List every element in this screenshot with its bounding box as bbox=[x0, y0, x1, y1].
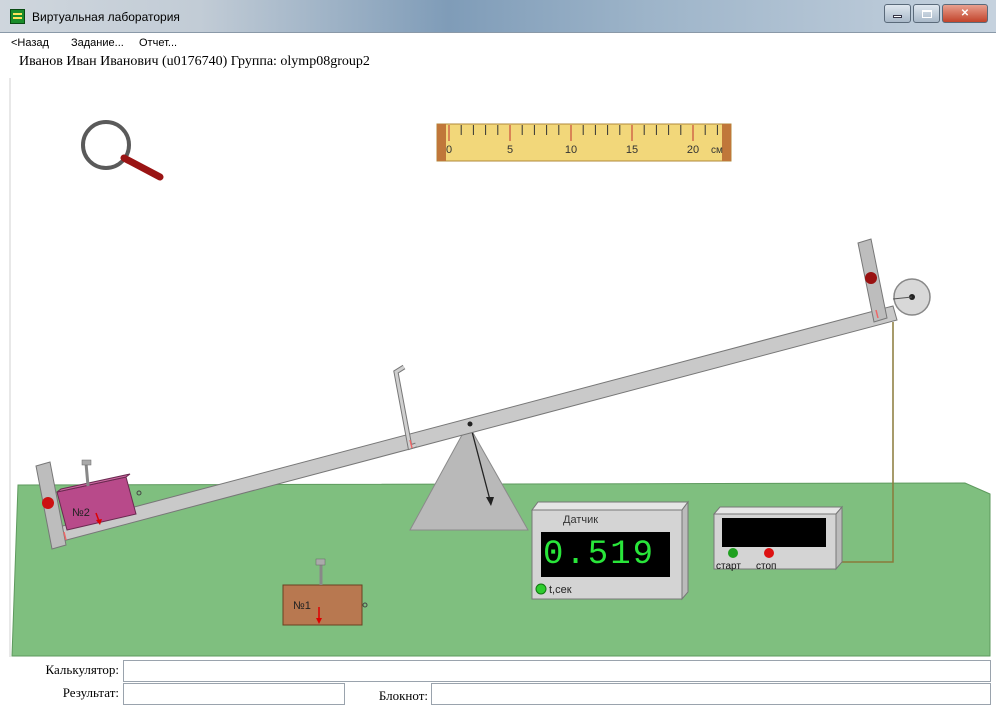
close-button[interactable]: ✕ bbox=[942, 4, 988, 23]
stopwatch-device bbox=[712, 505, 844, 571]
window-controls: ✕ bbox=[884, 4, 988, 23]
ruler-label-5: 5 bbox=[507, 144, 513, 156]
ruler-unit: см bbox=[711, 145, 723, 156]
start-label: старт bbox=[716, 561, 741, 572]
sensor-label: Датчик bbox=[563, 514, 599, 526]
ruler-label-0: 0 bbox=[446, 144, 452, 156]
minimize-button[interactable] bbox=[884, 4, 911, 23]
block-1-label: №1 bbox=[293, 600, 311, 612]
calculator-input[interactable] bbox=[123, 660, 991, 682]
sensor-value: 0.519 bbox=[543, 536, 656, 574]
menu-report[interactable]: Отчет... bbox=[139, 37, 177, 49]
ruler-label-10: 10 bbox=[565, 144, 577, 156]
title-bar: Виртуальная лаборатория ✕ bbox=[0, 0, 996, 33]
pulley bbox=[892, 278, 931, 316]
lab-scene: 0 5 10 15 20 см №2 №1 bbox=[9, 78, 991, 657]
maximize-icon bbox=[921, 9, 932, 18]
calculator-label: Калькулятор: bbox=[45, 662, 119, 677]
result-label: Результат: bbox=[62, 685, 119, 700]
ruler-label-20: 20 bbox=[687, 144, 699, 156]
result-field[interactable] bbox=[123, 683, 345, 705]
left-clamp-knob[interactable] bbox=[42, 497, 54, 509]
sensor-unit-label: t,сек bbox=[549, 584, 572, 596]
menu-task[interactable]: Задание... bbox=[71, 37, 124, 49]
maximize-button[interactable] bbox=[913, 4, 940, 23]
stop-label: стоп bbox=[756, 561, 777, 572]
stop-button[interactable] bbox=[764, 548, 774, 558]
start-button[interactable] bbox=[728, 548, 738, 558]
stopwatch-screen bbox=[722, 518, 826, 547]
minimize-icon bbox=[893, 15, 902, 18]
sensor-indicator-icon bbox=[535, 583, 547, 595]
notepad-label: Блокнот: bbox=[378, 688, 428, 703]
block-2-label: №2 bbox=[72, 507, 90, 519]
menu-back[interactable]: <Назад bbox=[11, 37, 49, 49]
app-icon bbox=[10, 9, 25, 24]
ruler-label-15: 15 bbox=[626, 144, 638, 156]
menu-bar: <Назад Задание... Отчет... bbox=[0, 34, 996, 52]
right-clamp-knob[interactable] bbox=[865, 272, 877, 284]
close-icon: ✕ bbox=[960, 7, 970, 19]
bottom-panel: Калькулятор: Результат: Блокнот: bbox=[0, 657, 996, 713]
magnifier-icon[interactable] bbox=[81, 120, 164, 181]
notepad-field[interactable] bbox=[431, 683, 991, 705]
window-title: Виртуальная лаборатория bbox=[32, 10, 180, 24]
user-info: Иванов Иван Иванович (u0176740) Группа: … bbox=[19, 54, 370, 69]
ruler[interactable]: 0 5 10 15 20 см bbox=[436, 123, 732, 162]
